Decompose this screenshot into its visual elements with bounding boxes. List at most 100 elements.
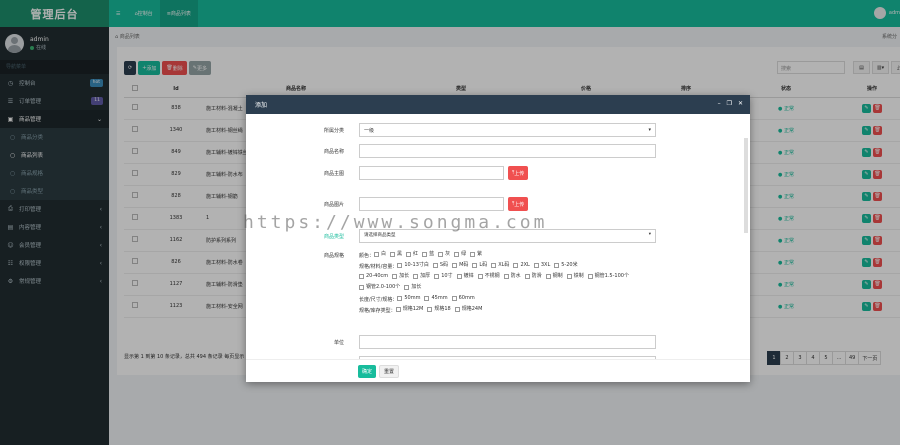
upload-main-image-button[interactable]: ⤒ 上传 [508, 166, 529, 180]
spec-prefix: 规格/库存类型： [359, 308, 396, 314]
spec-checkbox[interactable]: 规格12M [395, 305, 423, 314]
checkbox-icon [452, 263, 458, 268]
modal-header: 添加 – ❐ ✕ [246, 95, 750, 114]
checkbox-icon [456, 274, 462, 279]
spec-checkbox[interactable]: 绿 [454, 250, 466, 259]
checkbox-icon [434, 274, 440, 279]
spec-checkbox[interactable]: 20-40cm [359, 272, 388, 281]
spec-checkbox[interactable]: 加长 [404, 283, 421, 292]
confirm-button[interactable]: 确定 [358, 364, 377, 378]
unit-input[interactable] [359, 335, 656, 349]
checkbox-icon [566, 274, 572, 279]
checkbox-icon [545, 274, 551, 279]
add-modal: 添加 – ❐ ✕ 所属分类 一级 ▾ 商品名称 商品主图 ⤒ 上传 商品图片 ⤒ 上传… [246, 95, 750, 382]
type-label: 商品类型 [323, 234, 344, 240]
checkbox-icon [533, 263, 539, 268]
checkbox-icon [413, 274, 419, 279]
checkbox-icon [359, 285, 364, 290]
checkbox-icon [406, 252, 412, 257]
maximize-icon[interactable]: ❐ [727, 100, 732, 107]
spec-checkbox[interactable]: 防滑 [524, 272, 542, 281]
main-image-input[interactable] [359, 166, 504, 180]
spec-checkbox[interactable]: 45mm [424, 294, 448, 303]
name-input[interactable] [359, 144, 656, 158]
spec-checkbox[interactable]: 黑 [390, 250, 402, 259]
caret-down-icon: ▾ [648, 232, 651, 237]
checkbox-icon [374, 252, 380, 257]
spec-checkbox[interactable]: 规格18 [427, 305, 451, 314]
spec-checkbox[interactable]: 60mm [451, 294, 475, 303]
watermark-text: https://www.songma.com [243, 212, 548, 233]
spec-checkbox[interactable]: 加厚 [413, 272, 430, 281]
checkbox-icon [397, 263, 403, 268]
spec-checkbox[interactable]: 规格24M [454, 305, 482, 314]
modal-title: 添加 [255, 102, 268, 109]
spec-line: 规格/材料/容量： 10-13寸白 S码 M码 L码 XL码 2XL 3XL 5-20米 [359, 261, 659, 272]
spec-checkbox[interactable]: 防水 [503, 272, 521, 281]
spec-options: 颜色：白黑红蓝灰绿紫规格/材料/容量： 10-13寸白 S码 M码 L码 XL码 2XL 3X… [359, 250, 659, 316]
checkbox-icon [470, 252, 476, 257]
caret-down-icon: ▾ [648, 127, 651, 133]
name-label: 商品名称 [323, 149, 344, 155]
spec-checkbox[interactable]: S码 [432, 261, 448, 270]
checkbox-icon [454, 252, 460, 257]
spec-checkbox[interactable]: XL码 [491, 261, 509, 270]
unit-label: 单位 [333, 340, 344, 346]
spec-checkbox[interactable]: 灰 [438, 250, 450, 259]
modal-body: 所属分类 一级 ▾ 商品名称 商品主图 ⤒ 上传 商品图片 ⤒ 上传 商品类型 请… [246, 114, 750, 359]
checkbox-icon [392, 274, 398, 279]
checkbox-icon [390, 252, 396, 257]
close-icon[interactable]: ✕ [738, 100, 743, 107]
spec-prefix: 规格/材料/容量： [359, 264, 398, 270]
spec-label: 商品规格 [323, 253, 344, 259]
spec-checkbox[interactable]: 蓝 [422, 250, 434, 259]
checkbox-icon [491, 263, 497, 268]
spec-checkbox[interactable]: 加长 [392, 272, 409, 281]
spec-checkbox[interactable]: 3XL [533, 261, 550, 270]
spec-checkbox[interactable]: L码 [472, 261, 487, 270]
spec-checkbox[interactable]: 5-20米 [554, 261, 578, 270]
spec-line: 规格/库存类型： 规格12M 规格18 规格24M [359, 305, 659, 316]
spec-checkbox[interactable]: 50mm [397, 294, 420, 303]
checkbox-icon [451, 296, 457, 301]
checkbox-icon [477, 274, 483, 279]
checkbox-icon [404, 285, 410, 290]
images-input[interactable] [359, 197, 504, 211]
spec-prefix: 长度/尺寸/规格： [359, 297, 398, 303]
checkbox-icon [432, 263, 438, 268]
spec-checkbox[interactable]: 紫 [470, 250, 482, 259]
spec-checkbox[interactable]: 不锈钢 [477, 272, 500, 281]
modal-footer: 确定 重置 [246, 359, 750, 382]
images-label: 商品图片 [323, 202, 344, 208]
spec-line: 颜色：白黑红蓝灰绿紫 [359, 250, 659, 261]
checkbox-icon [438, 252, 444, 257]
spec-checkbox[interactable]: 10寸 [434, 272, 453, 281]
spec-checkbox[interactable]: 钢制 [545, 272, 563, 281]
spec-line: 20-40cm 加长 加厚 10寸 镀锌 不锈钢 防水 防滑 钢制 铁制 钢管1.5-100个 钢管2… [359, 272, 659, 294]
spec-checkbox[interactable]: 2XL [513, 261, 530, 270]
checkbox-icon [454, 307, 460, 312]
checkbox-icon [513, 263, 519, 268]
category-label: 所属分类 [323, 128, 344, 134]
checkbox-icon [524, 274, 530, 279]
checkbox-icon [397, 296, 403, 301]
checkbox-icon [359, 274, 364, 279]
spec-checkbox[interactable]: 10-13寸白 [397, 261, 429, 270]
scrollbar[interactable] [744, 138, 748, 233]
spec-checkbox[interactable]: 钢管2.0-100个 [359, 283, 400, 292]
spec-checkbox[interactable]: 铁制 [566, 272, 584, 281]
category-select[interactable]: 一级 ▾ [359, 123, 656, 137]
checkbox-icon [472, 263, 478, 268]
spec-checkbox[interactable]: 白 [374, 250, 386, 259]
spec-checkbox[interactable]: 镀锌 [456, 272, 474, 281]
checkbox-icon [395, 307, 401, 312]
spec-checkbox[interactable]: 钢管1.5-100个 [587, 272, 629, 281]
spec-checkbox[interactable]: M码 [452, 261, 468, 270]
reset-button[interactable]: 重置 [379, 364, 400, 378]
minimize-icon[interactable]: – [718, 100, 721, 107]
spec-checkbox[interactable]: 红 [406, 250, 418, 259]
checkbox-icon [427, 307, 433, 312]
upload-images-button[interactable]: ⤒ 上传 [508, 197, 529, 211]
checkbox-icon [587, 274, 593, 279]
main-image-label: 商品主图 [323, 171, 344, 177]
